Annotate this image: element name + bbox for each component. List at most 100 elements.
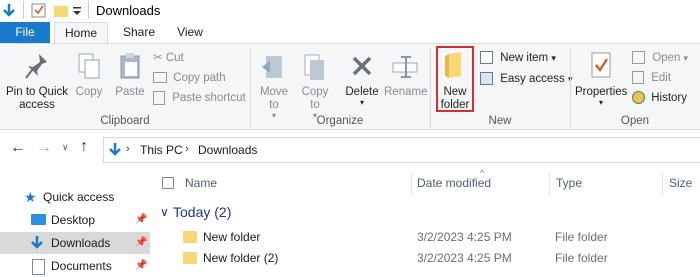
copy-path-button[interactable]: Copy path [153,69,226,87]
tab-share[interactable]: Share [116,22,162,43]
copy-to-label: Copy to [301,86,329,111]
nav-item-documents[interactable]: Documents 📌 [0,255,150,277]
nav-item-label: Desktop [51,213,96,227]
open-group-label: Open [620,115,650,127]
move-to-icon [262,56,282,78]
column-header-date-modified[interactable]: Date modified [417,176,491,190]
table-row[interactable]: New folder 3/2/2023 4:25 PM File folder [183,227,700,247]
new-item-label: New item [500,52,549,64]
easy-access-icon [480,72,493,86]
paste-shortcut-label: Paste shortcut [172,92,246,104]
documents-icon [32,259,45,275]
tab-home[interactable]: Home [54,22,108,43]
new-item-icon [480,51,493,65]
nav-item-downloads[interactable]: Downloads 📌 [0,232,150,254]
delete-x-icon [352,56,372,76]
history-label: History [651,92,687,104]
delete-button[interactable]: Delete ▾ [343,52,381,107]
copy-button[interactable]: Copy [74,52,104,99]
copy-to-button[interactable]: Copy to ▾ [297,52,333,120]
download-arrow-icon [31,236,43,249]
move-to-button[interactable]: Move to ▾ [257,52,291,120]
open-label: Open [652,52,681,64]
pin-icon[interactable]: 📌 [135,232,147,254]
copy-icon [78,53,100,79]
file-date: 3/2/2023 4:25 PM [417,230,512,244]
chevron-down-icon: ▾ [683,53,689,63]
column-divider[interactable] [549,172,550,196]
cut-button[interactable]: ✂ Cut [153,49,184,67]
paste-shortcut-button[interactable]: Paste shortcut [153,89,246,107]
breadcrumb-this-pc[interactable]: This PC [140,143,183,157]
properties-icon [591,52,611,78]
window-title: Downloads [96,3,161,18]
paste-button[interactable]: Paste [113,52,147,99]
address-bar[interactable]: › This PC › Downloads [103,137,700,163]
scissors-icon: ✂ [153,52,163,64]
easy-access-button[interactable]: Easy access ▾ [480,70,573,88]
breadcrumb-downloads[interactable]: Downloads [198,143,257,157]
new-folder-button[interactable]: New folder [436,46,474,112]
new-folder-icon [445,52,461,78]
file-type: File folder [555,230,608,244]
edit-icon [632,71,644,85]
edit-label: Edit [651,72,672,84]
group-collapse-chevron-icon[interactable]: ∨ [160,205,169,219]
chevron-down-icon: ▾ [359,98,364,107]
column-divider[interactable] [411,172,412,196]
history-button[interactable]: History [632,89,687,107]
column-header-name[interactable]: Name [185,176,217,190]
column-header-type[interactable]: Type [556,176,582,190]
paste-label: Paste [115,86,145,98]
copy-label: Copy [75,86,103,98]
move-to-label: Move to [259,86,289,111]
folder-icon [183,252,197,264]
nav-item-label: Quick access [43,190,115,204]
nav-item-desktop[interactable]: Desktop 📌 [0,209,150,231]
paste-shortcut-icon [153,90,165,105]
new-folder-qat-icon[interactable] [53,4,69,18]
up-arrow-icon[interactable]: ↑ [80,138,88,156]
tab-view[interactable]: View [168,22,212,43]
nav-item-label: Downloads [51,236,111,250]
chevron-down-icon: ▾ [551,53,556,63]
new-group-label: New [488,115,512,127]
rename-button[interactable]: Rename [384,52,428,99]
file-name: New folder (2) [203,251,279,265]
nav-item-label: Documents [51,259,112,273]
breadcrumb-chevron-icon[interactable]: › [126,143,130,155]
ribbon-tabs: File Home Share View [0,22,700,43]
copy-path-icon [153,72,167,84]
pin-icon[interactable]: 📌 [135,255,147,277]
edit-button[interactable]: Edit [632,69,671,87]
column-divider[interactable] [662,172,663,196]
copy-to-icon [304,54,324,80]
back-arrow-icon[interactable]: ← [10,139,26,157]
pin-icon[interactable]: 📌 [135,209,147,231]
downloads-location-icon [109,143,121,156]
new-folder-label-line1: New [443,86,467,98]
desktop-icon [31,214,46,225]
nav-item-quick-access[interactable]: ★ Quick access [0,186,150,208]
history-icon [632,91,645,105]
select-all-checkbox[interactable] [162,177,174,189]
forward-arrow-icon[interactable]: → [36,139,52,157]
paste-icon [120,53,140,79]
pin-label: Pin to Quick access [6,86,68,111]
recent-locations-chevron-icon[interactable]: ∨ [62,142,69,153]
table-row[interactable]: New folder (2) 3/2/2023 4:25 PM File fol… [183,248,700,268]
file-name: New folder [203,230,261,244]
breadcrumb-chevron-icon[interactable]: › [185,143,189,155]
properties-button[interactable]: Properties ▾ [575,50,627,107]
tab-file[interactable]: File [0,22,50,43]
copy-path-label: Copy path [173,72,226,84]
new-item-button[interactable]: New item ▾ [480,49,556,67]
pin-to-quick-access-button[interactable]: Pin to Quick access [2,52,72,112]
group-header-today[interactable]: Today (2) [173,204,231,220]
properties-qat-icon[interactable] [31,3,47,19]
file-date: 3/2/2023 4:25 PM [417,251,512,265]
column-header-size[interactable]: Size [669,176,692,190]
customize-qat-dropdown-icon[interactable] [72,4,82,18]
rename-label: Rename [384,86,428,98]
open-button[interactable]: Open ▾ [632,49,688,67]
